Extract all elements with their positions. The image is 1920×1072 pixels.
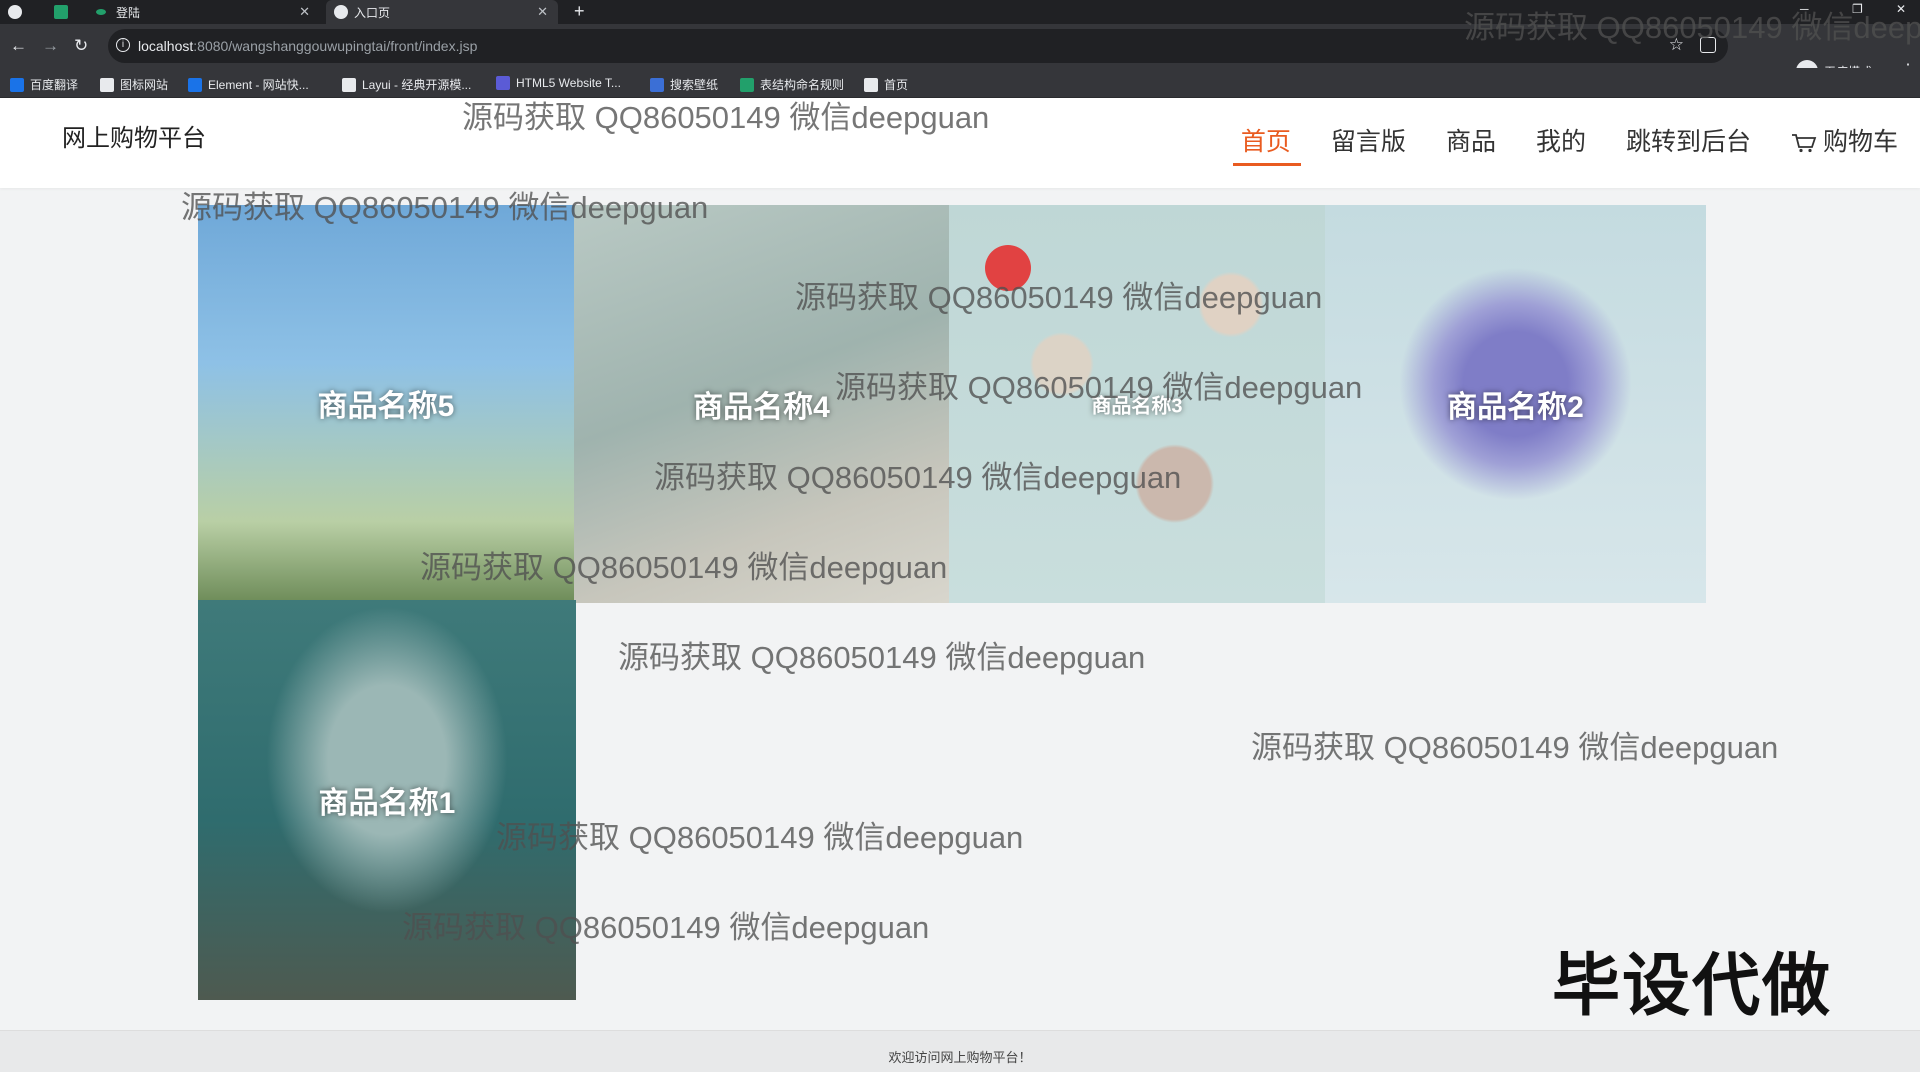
bookmark-item[interactable]: 表结构命名规则 [740,76,844,93]
bookmark-item[interactable]: HTML5 Website T... [496,76,621,90]
site-header: 网上购物平台 首页 留言版 商品 我的 跳转到后台 购物车 [0,98,1920,188]
back-icon[interactable]: ← [10,36,27,56]
bookmark-item[interactable]: Layui - 经典开源模... [342,76,471,93]
bookmark-label: 百度翻译 [30,78,79,92]
nav-messages[interactable]: 留言版 [1331,126,1406,166]
watermark-text: 源码获取 QQ86050149 微信deepguan [1251,730,1779,765]
bookmark-item[interactable]: 百度翻译 [10,76,78,93]
product-name: 商品名称4 [693,391,830,424]
dots-icon [96,9,106,15]
bookmark-label: 表结构命名规则 [760,78,845,92]
product-card[interactable]: 商品名称5 [198,205,574,601]
nav-products[interactable]: 商品 [1446,126,1496,166]
tab-title: 登陆 [116,5,141,20]
bookmark-icon [188,77,202,92]
bookmark-item[interactable]: 图标网站 [100,76,168,93]
nav-cart-label: 购物车 [1822,128,1898,156]
bookmarks-bar: 百度翻译 图标网站 Element - 网站快... Layui - 经典开源模...… [0,68,1920,98]
bookmark-icon [100,77,114,92]
tab-title: 入口页 [354,5,391,20]
product-name: 商品名称5 [317,390,455,423]
browser-tab-entry[interactable]: 入口页 ✕ [326,0,558,24]
bookmark-item[interactable]: 搜索壁纸 [650,76,718,93]
main-nav: 首页 留言版 商品 我的 跳转到后台 购物车 [1201,126,1898,166]
bookmark-icon [864,77,878,92]
browser-tab-login[interactable]: 登陆 ✕ [88,0,320,24]
bookmark-icon [740,77,754,92]
cursor-highlight [985,245,1031,291]
product-name: 商品名称1 [318,787,456,820]
nav-home[interactable]: 首页 [1232,126,1301,166]
translate-icon[interactable] [1700,37,1716,53]
browser-tab-pinned[interactable] [0,0,48,24]
bookmark-label: 搜索壁纸 [670,78,719,92]
bookmark-item[interactable]: Element - 网站快... [188,76,309,93]
bookmark-label: 图标网站 [120,78,169,92]
bookmark-item[interactable]: 首页 [864,76,908,93]
star-icon[interactable]: ☆ [1669,35,1684,55]
product-name: 商品名称2 [1447,391,1584,424]
bookmark-label: Element - 网站快... [208,78,309,92]
footer-text: 欢迎访问网上购物平台！ [888,1050,1032,1065]
browser-tab-bar: 登陆 ✕ 入口页 ✕ + ─ ❐ ✕ [0,0,1920,24]
reload-icon[interactable]: ↻ [74,36,88,56]
bookmark-icon [342,77,356,92]
product-card[interactable]: 商品名称2 [1325,205,1706,603]
nav-backend[interactable]: 跳转到后台 [1626,126,1751,166]
product-card[interactable]: 商品名称1 [198,600,576,1000]
watermark-text: 源码获取 QQ86050149 微信deepguan [618,640,1146,675]
browser-tab-grid[interactable] [48,0,70,24]
nav-mine[interactable]: 我的 [1536,126,1586,166]
close-window-icon[interactable]: ✕ [1896,2,1906,16]
cart-icon [1791,134,1817,153]
new-tab-icon[interactable]: + [574,1,585,22]
bookmark-label: HTML5 Website T... [516,76,621,90]
info-icon[interactable]: i [116,38,130,52]
bookmark-icon [650,77,664,92]
restore-icon[interactable]: ❐ [1852,2,1863,16]
url-text[interactable]: localhost:8080/wangshanggouwupingtai/fro… [138,38,477,54]
address-bar[interactable]: i localhost:8080/wangshanggouwupingtai/f… [108,29,1728,63]
close-icon[interactable]: ✕ [537,4,548,20]
site-footer: 欢迎访问网上购物平台！ [0,1030,1920,1072]
forward-icon[interactable]: → [42,36,59,56]
bookmark-icon [496,76,510,90]
bookmark-icon [10,77,24,92]
promo-stamp: 毕设代做 [1552,947,1833,1026]
bookmark-label: 首页 [884,78,909,92]
close-icon[interactable]: ✕ [299,4,310,20]
globe-icon [8,5,22,19]
bookmark-label: Layui - 经典开源模... [362,78,472,92]
browser-toolbar: ← → ↻ i localhost:8080/wangshanggouwupin… [0,24,1920,82]
minimize-icon[interactable]: ─ [1800,2,1809,16]
product-card[interactable]: 商品名称4 [574,205,949,603]
sheet-icon [54,5,68,19]
globe-icon [334,5,348,19]
nav-cart[interactable]: 购物车 [1791,126,1898,166]
site-logo[interactable]: 网上购物平台 [62,118,206,153]
product-name: 商品名称3 [1091,395,1183,418]
